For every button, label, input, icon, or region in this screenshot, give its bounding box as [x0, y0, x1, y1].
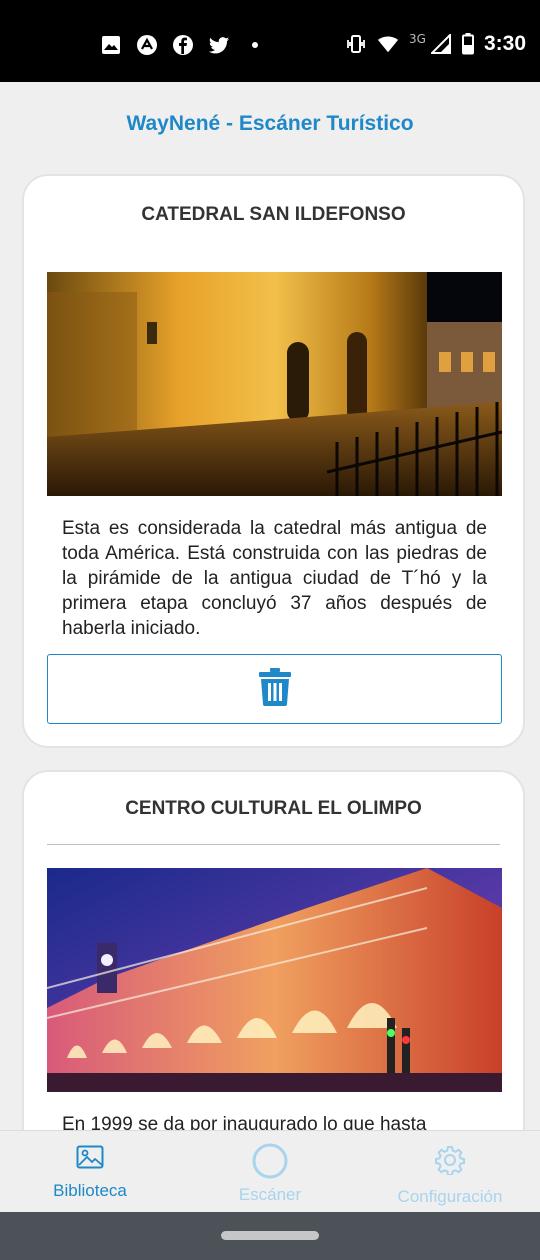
signal-icon	[430, 33, 452, 55]
delete-button[interactable]	[47, 654, 502, 724]
place-card: CATEDRAL SAN ILDEFONSO Esta es considera…	[22, 174, 525, 748]
gear-icon	[435, 1145, 465, 1179]
nav-item-configuracion[interactable]: Configuración	[360, 1131, 540, 1212]
dot-icon	[244, 34, 266, 56]
circle-icon	[252, 1143, 288, 1183]
place-photo	[47, 868, 502, 1092]
nav-label: Escáner	[238, 1185, 302, 1204]
twitter-icon	[208, 34, 230, 56]
nav-label: Configuración	[397, 1187, 503, 1206]
status-bar: 3G 3:30	[0, 0, 540, 82]
trash-icon	[258, 668, 292, 710]
vibrate-icon	[345, 33, 367, 55]
clock: 3:30	[483, 32, 526, 55]
app-title: WayNené - Escáner Turístico	[126, 112, 414, 135]
place-title: CENTRO CULTURAL EL OLIMPO	[125, 798, 422, 819]
place-photo	[47, 272, 502, 496]
facebook-icon	[172, 34, 194, 56]
place-card: CENTRO CULTURAL EL OLIMPO En 1999 se da …	[22, 770, 525, 1130]
bottom-navigation: Biblioteca Escáner Configuración	[0, 1130, 540, 1212]
network-type: 3G	[409, 32, 426, 46]
gallery-icon	[76, 1145, 104, 1173]
system-navigation-bar	[0, 1212, 540, 1260]
place-title: CATEDRAL SAN ILDEFONSO	[141, 204, 406, 225]
wifi-icon	[377, 33, 399, 55]
app-icon	[136, 34, 158, 56]
nav-label: Biblioteca	[53, 1181, 127, 1200]
image-icon	[100, 34, 122, 56]
divider	[47, 844, 500, 845]
nav-item-biblioteca[interactable]: Biblioteca	[0, 1131, 180, 1212]
places-list[interactable]: CATEDRAL SAN ILDEFONSO Esta es considera…	[0, 160, 540, 1130]
place-description: Esta es considerada la catedral más anti…	[62, 518, 487, 639]
place-description: En 1999 se da por inaugurado lo que hast…	[62, 1114, 427, 1130]
battery-icon	[461, 33, 474, 55]
home-handle[interactable]	[221, 1231, 319, 1240]
nav-item-escaner[interactable]: Escáner	[180, 1131, 360, 1212]
